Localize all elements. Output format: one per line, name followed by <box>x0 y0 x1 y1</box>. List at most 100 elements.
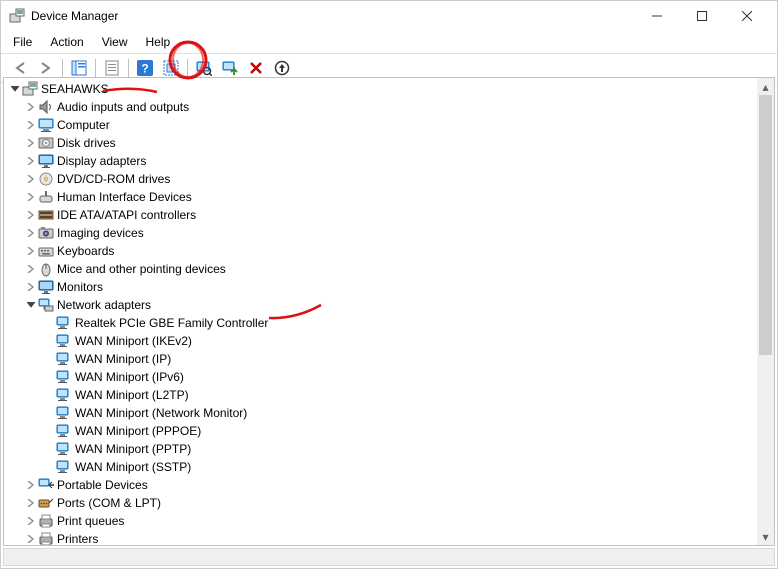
tree-item-wan-ip[interactable]: WAN Miniport (IP) <box>8 350 757 368</box>
chevron-right-icon[interactable] <box>24 496 38 510</box>
chevron-right-icon[interactable] <box>24 226 38 240</box>
hid-icon <box>38 189 54 205</box>
tree-category-monitors[interactable]: Monitors <box>8 278 757 296</box>
tree-category-ide[interactable]: IDE ATA/ATAPI controllers <box>8 206 757 224</box>
computer-icon <box>22 81 38 97</box>
disk-icon <box>38 135 54 151</box>
tree-category-portable[interactable]: Portable Devices <box>8 476 757 494</box>
tree-category-mice[interactable]: Mice and other pointing devices <box>8 260 757 278</box>
disable-button[interactable] <box>270 57 294 79</box>
tree-item-wan-pptp[interactable]: WAN Miniport (PPTP) <box>8 440 757 458</box>
dvd-icon <box>38 171 54 187</box>
menubar: File Action View Help <box>1 31 777 53</box>
chevron-right-icon[interactable] <box>24 532 38 545</box>
show-hidden-devices-button[interactable] <box>159 57 183 79</box>
network-adapter-icon <box>56 441 72 457</box>
tree-category-disk[interactable]: Disk drives <box>8 134 757 152</box>
network-adapter-icon <box>56 351 72 367</box>
tree-category-printers[interactable]: Printers <box>8 530 757 545</box>
printer-icon <box>38 531 54 545</box>
printer-icon <box>38 513 54 529</box>
network-adapter-icon <box>56 333 72 349</box>
chevron-right-icon[interactable] <box>24 280 38 294</box>
network-adapter-icon <box>56 315 72 331</box>
menu-action[interactable]: Action <box>42 33 91 51</box>
chevron-right-icon[interactable] <box>24 172 38 186</box>
tree-category-printqueues[interactable]: Print queues <box>8 512 757 530</box>
network-adapter-icon <box>56 369 72 385</box>
tree-item-wan-ikev2[interactable]: WAN Miniport (IKEv2) <box>8 332 757 350</box>
chevron-down-icon[interactable] <box>24 298 38 312</box>
chevron-right-icon[interactable] <box>24 244 38 258</box>
port-icon <box>38 495 54 511</box>
tree-category-imaging[interactable]: Imaging devices <box>8 224 757 242</box>
tree-category-ports[interactable]: Ports (COM & LPT) <box>8 494 757 512</box>
toolbar-separator <box>95 59 96 77</box>
toolbar-separator <box>187 59 188 77</box>
tree-category-computer[interactable]: Computer <box>8 116 757 134</box>
tree-category-keyboards[interactable]: Keyboards <box>8 242 757 260</box>
update-driver-button[interactable] <box>218 57 242 79</box>
scrollbar-thumb[interactable] <box>759 95 772 355</box>
chevron-right-icon[interactable] <box>24 136 38 150</box>
chevron-right-icon[interactable] <box>24 478 38 492</box>
tree-item-wan-netmon[interactable]: WAN Miniport (Network Monitor) <box>8 404 757 422</box>
properties-button[interactable] <box>100 57 124 79</box>
network-adapter-icon <box>56 405 72 421</box>
device-tree[interactable]: SEAHAWKS Audio inputs and outputs Comput… <box>4 78 757 545</box>
network-icon <box>38 297 54 313</box>
tree-item-wan-ipv6[interactable]: WAN Miniport (IPv6) <box>8 368 757 386</box>
network-adapter-icon <box>56 387 72 403</box>
chevron-right-icon[interactable] <box>24 118 38 132</box>
camera-icon <box>38 225 54 241</box>
chevron-right-icon[interactable] <box>24 154 38 168</box>
chevron-right-icon[interactable] <box>24 208 38 222</box>
forward-button[interactable] <box>34 57 58 79</box>
device-tree-panel: SEAHAWKS Audio inputs and outputs Comput… <box>3 77 775 546</box>
tree-category-display[interactable]: Display adapters <box>8 152 757 170</box>
toolbar-separator <box>62 59 63 77</box>
mouse-icon <box>38 261 54 277</box>
help-button[interactable] <box>133 57 157 79</box>
scroll-down-button[interactable]: ▾ <box>757 528 774 545</box>
network-adapter-icon <box>56 423 72 439</box>
monitor-icon <box>38 279 54 295</box>
menu-help[interactable]: Help <box>138 33 179 51</box>
toolbar-separator <box>128 59 129 77</box>
tree-category-dvd[interactable]: DVD/CD-ROM drives <box>8 170 757 188</box>
tree-category-hid[interactable]: Human Interface Devices <box>8 188 757 206</box>
chevron-right-icon[interactable] <box>24 514 38 528</box>
show-hide-console-tree-button[interactable] <box>67 57 91 79</box>
chevron-down-icon[interactable] <box>8 82 22 96</box>
statusbar <box>3 548 775 566</box>
scan-hardware-button[interactable] <box>192 57 216 79</box>
back-button[interactable] <box>8 57 32 79</box>
chevron-right-icon[interactable] <box>24 100 38 114</box>
minimize-button[interactable] <box>634 1 679 31</box>
window-title: Device Manager <box>31 9 634 23</box>
chevron-right-icon[interactable] <box>24 262 38 276</box>
computer-icon <box>38 117 54 133</box>
titlebar: Device Manager <box>1 1 777 31</box>
menu-view[interactable]: View <box>94 33 136 51</box>
tree-root-label: SEAHAWKS <box>41 82 109 96</box>
tree-root[interactable]: SEAHAWKS <box>8 80 757 98</box>
tree-item-wan-sstp[interactable]: WAN Miniport (SSTP) <box>8 458 757 476</box>
maximize-button[interactable] <box>679 1 724 31</box>
keyboard-icon <box>38 243 54 259</box>
menu-file[interactable]: File <box>5 33 40 51</box>
scroll-up-button[interactable]: ▴ <box>757 78 774 95</box>
tree-item-realtek[interactable]: Realtek PCIe GBE Family Controller <box>8 314 757 332</box>
chevron-right-icon[interactable] <box>24 190 38 204</box>
tree-item-wan-l2tp[interactable]: WAN Miniport (L2TP) <box>8 386 757 404</box>
tree-category-network[interactable]: Network adapters <box>8 296 757 314</box>
uninstall-button[interactable] <box>244 57 268 79</box>
network-adapter-icon <box>56 459 72 475</box>
ide-icon <box>38 207 54 223</box>
tree-item-wan-pppoe[interactable]: WAN Miniport (PPPOE) <box>8 422 757 440</box>
vertical-scrollbar[interactable]: ▴ ▾ <box>757 78 774 545</box>
usb-icon <box>38 477 54 493</box>
close-button[interactable] <box>724 1 769 31</box>
speaker-icon <box>38 99 54 115</box>
tree-category-audio[interactable]: Audio inputs and outputs <box>8 98 757 116</box>
